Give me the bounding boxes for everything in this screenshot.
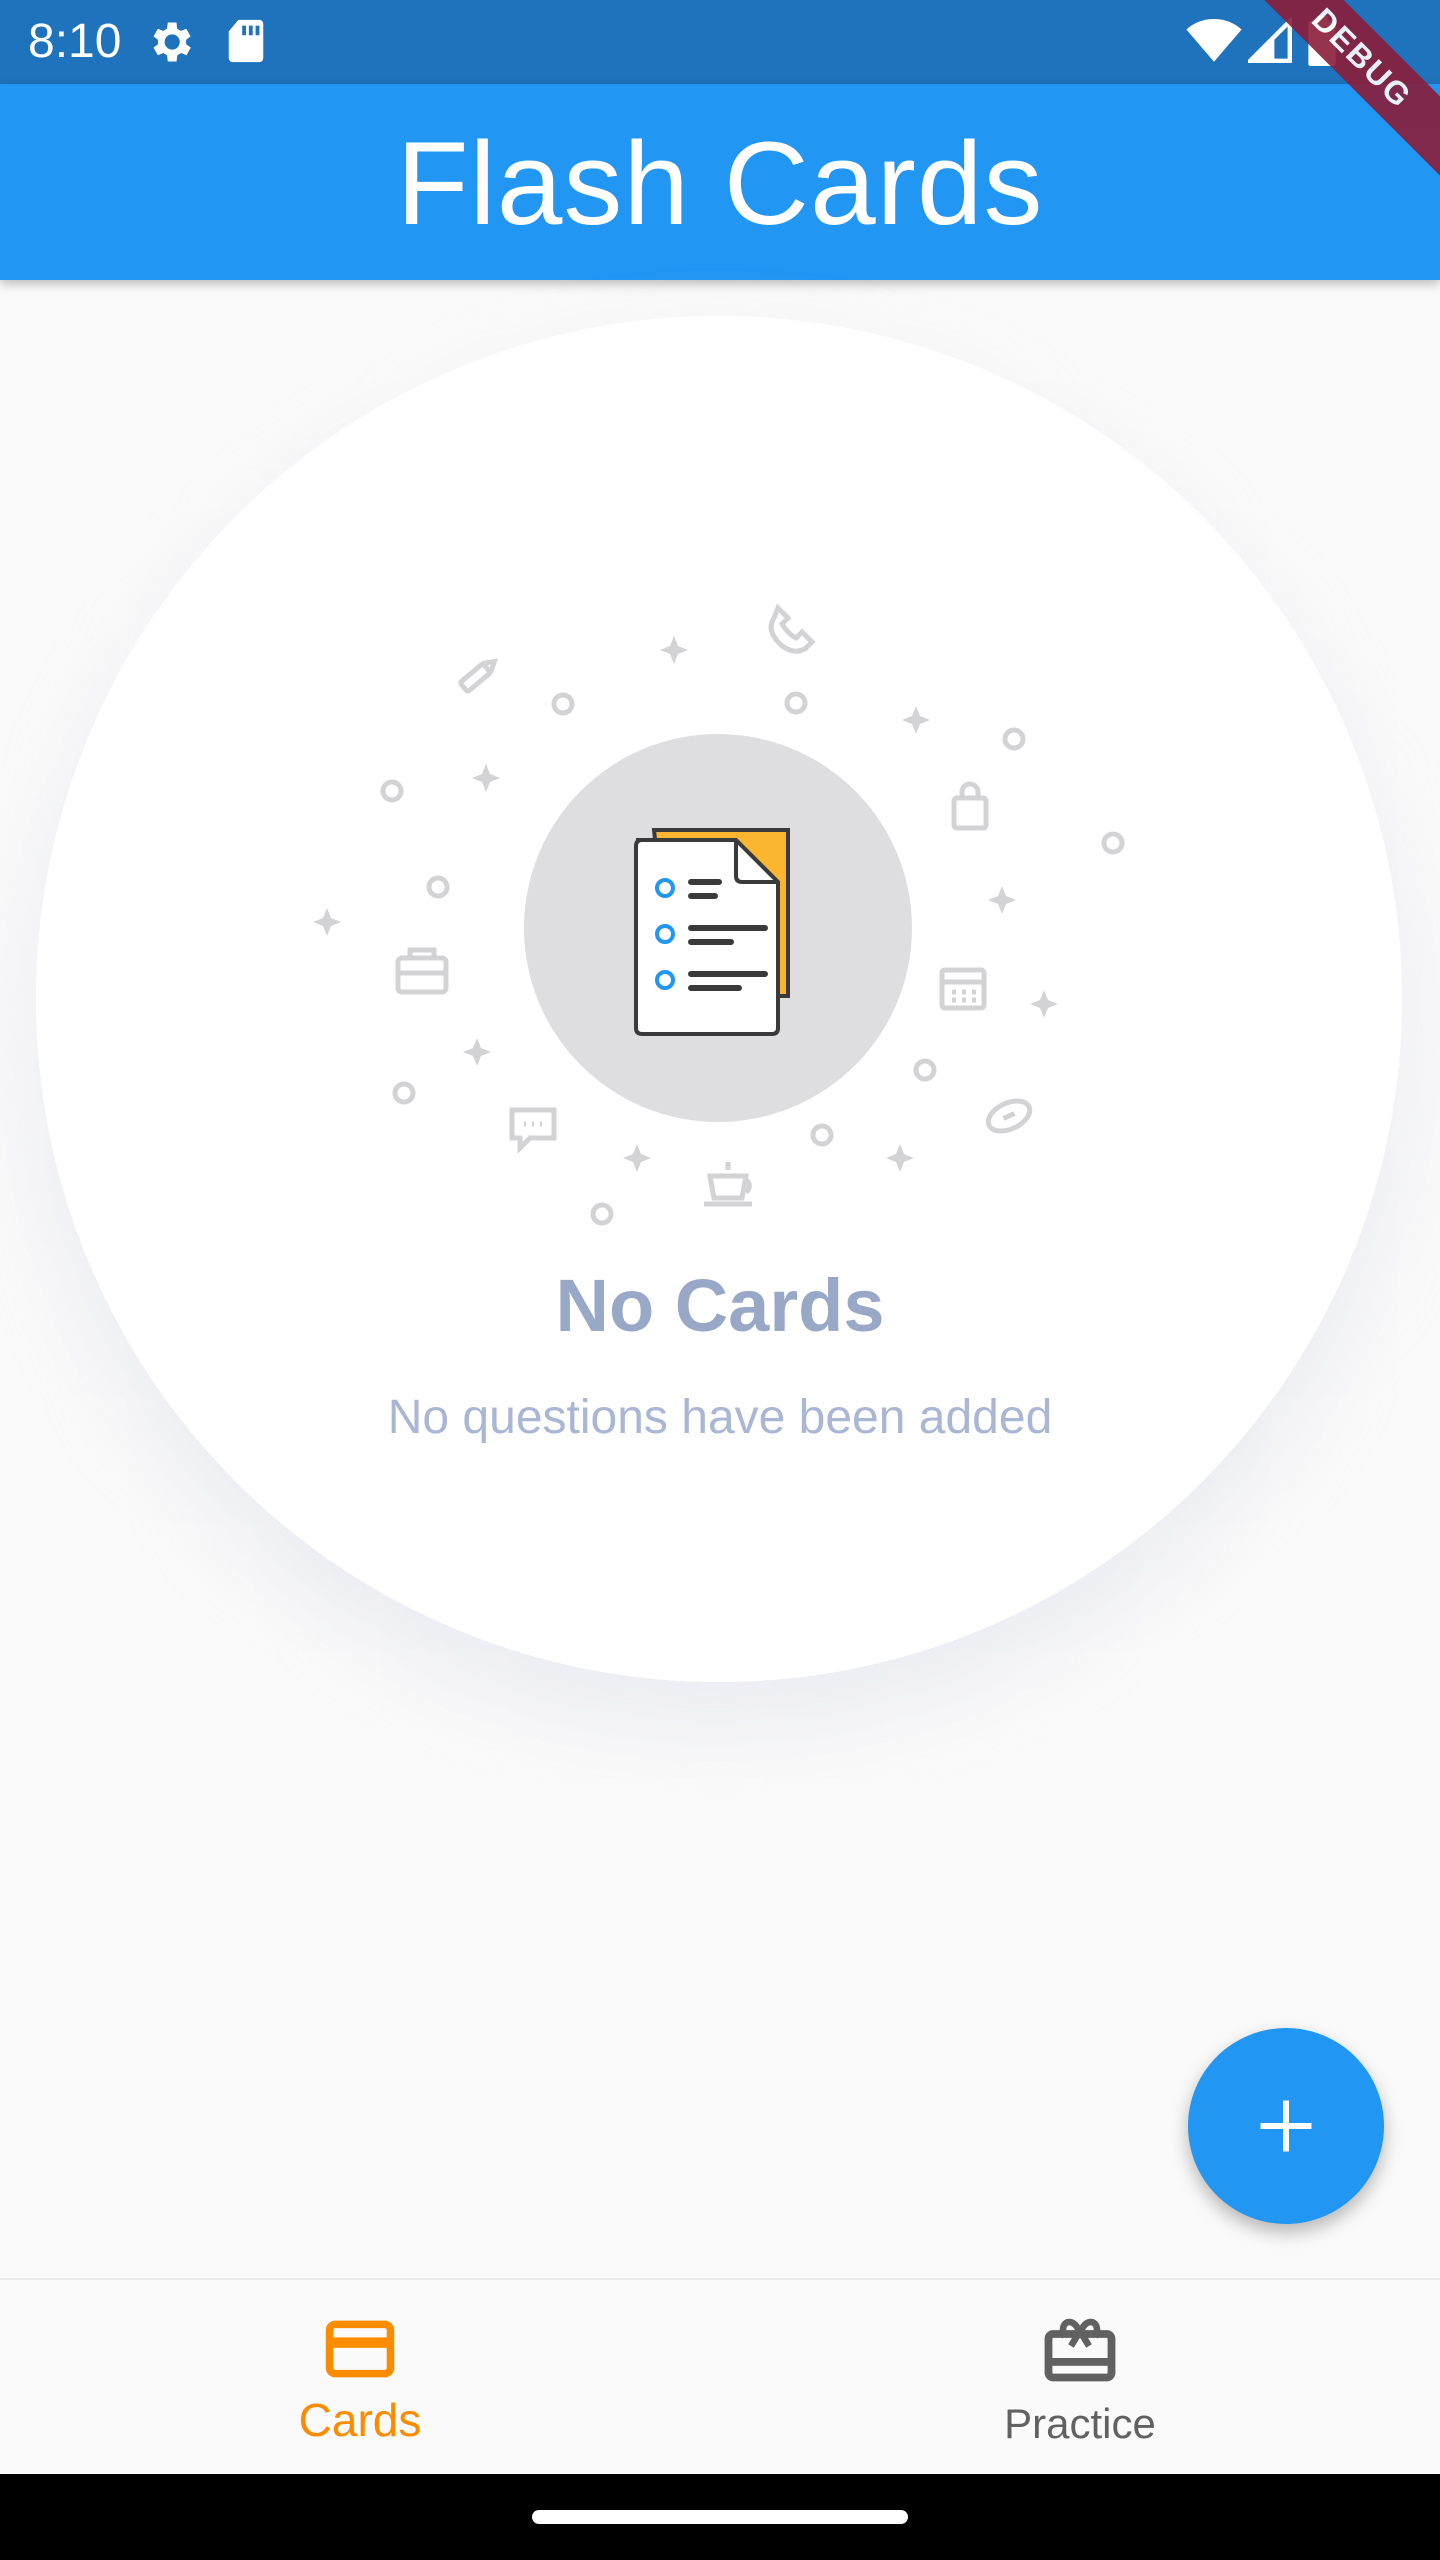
- app-bar: Flash Cards: [0, 84, 1440, 280]
- empty-state-subtitle: No questions have been added: [387, 1391, 1053, 1444]
- nav-item-cards[interactable]: Cards: [0, 2280, 720, 2476]
- sd-card-icon: [226, 18, 266, 69]
- nav-label-cards: Cards: [298, 2394, 422, 2446]
- briefcase-icon: [395, 947, 449, 995]
- decor-circle-icon: [810, 1123, 834, 1147]
- sparkle-icon: [660, 636, 688, 664]
- card-giftcard-icon: [1044, 2316, 1116, 2387]
- empty-state-title: No Cards: [555, 1264, 885, 1347]
- signal-icon: [1244, 15, 1292, 69]
- decor-circle-icon: [784, 691, 808, 715]
- sparkle-icon: [886, 1144, 914, 1172]
- home-indicator[interactable]: [532, 2510, 908, 2524]
- document-list-icon: [634, 828, 790, 1036]
- calendar-icon: [939, 967, 987, 1011]
- empty-state-illustration: [313, 603, 1125, 1226]
- decor-circle-icon: [380, 779, 404, 803]
- decor-circle-icon: [392, 1081, 416, 1105]
- credit-card-icon: [325, 2320, 395, 2383]
- sparkle-icon: [313, 908, 341, 936]
- bottom-navigation: Cards Practice: [0, 2278, 1440, 2476]
- decor-circle-icon: [551, 692, 575, 716]
- phone-icon: [768, 603, 816, 654]
- decor-circle-icon: [1101, 831, 1125, 855]
- system-navigation-bar: [0, 2474, 1440, 2560]
- sparkle-icon: [902, 706, 930, 734]
- add-icon: [1260, 2100, 1312, 2152]
- add-card-button[interactable]: [1188, 2028, 1384, 2224]
- settings-gear-icon: [144, 16, 196, 73]
- shopping-bag-icon: [951, 781, 989, 831]
- football-icon: [985, 1098, 1033, 1134]
- sparkle-icon: [623, 1144, 651, 1172]
- pencil-icon: [458, 658, 499, 694]
- page-title: Flash Cards: [396, 118, 1044, 250]
- wifi-icon: [1186, 18, 1242, 69]
- nav-label-practice: Practice: [1004, 2400, 1156, 2447]
- decor-circle-icon: [426, 875, 450, 899]
- decor-circle-icon: [1002, 727, 1026, 751]
- chat-bubble-icon: [509, 1107, 557, 1155]
- sparkle-icon: [1030, 990, 1058, 1018]
- status-bar: 8:10: [0, 0, 1440, 84]
- nav-item-practice[interactable]: Practice: [720, 2280, 1440, 2476]
- sparkle-icon: [472, 764, 500, 792]
- sparkle-icon: [463, 1038, 491, 1066]
- coffee-cup-icon: [704, 1162, 752, 1207]
- decor-circle-icon: [913, 1058, 937, 1082]
- status-time: 8:10: [28, 15, 122, 68]
- sparkle-icon: [988, 886, 1016, 914]
- decor-circle-icon: [590, 1202, 614, 1226]
